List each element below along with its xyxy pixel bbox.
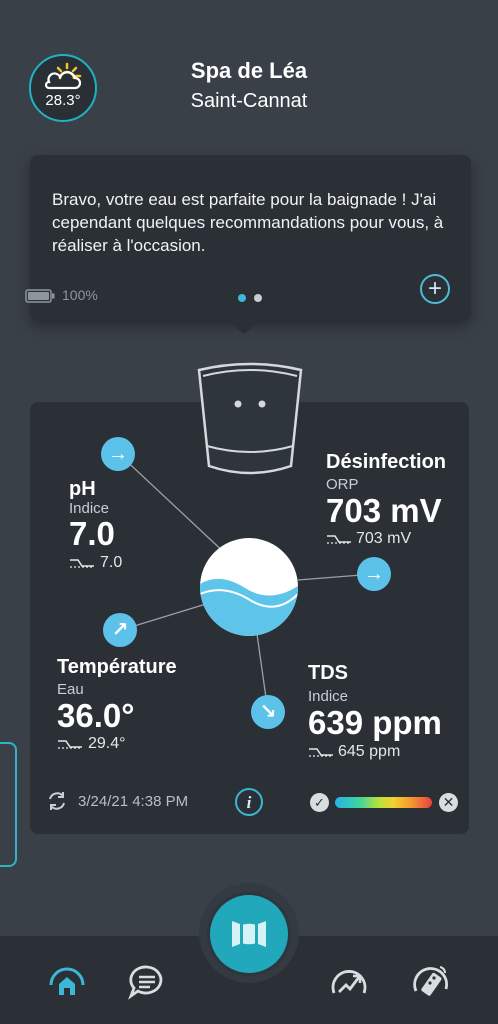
trend-icon [327,535,351,544]
tds-detail-button[interactable]: ↘ [251,695,285,729]
tds-title: TDS [308,662,348,684]
check-icon: ✓ [310,793,329,812]
ph-value: 7.0 [69,515,115,552]
disinfection-subtitle: ORP [326,476,359,493]
trend-icon [70,559,94,568]
temperature-trend-value: 29.4° [88,735,126,752]
disinfection-title: Désinfection [326,451,447,473]
last-sync-date: 3/24/21 4:38 PM [78,793,189,810]
ph-detail-button[interactable]: → [101,437,135,471]
temperature-subtitle: Eau [57,681,84,698]
cross-icon: ✕ [439,793,458,812]
tds-value: 639 ppm [308,704,442,741]
tds-subtitle: Indice [308,688,349,705]
arrow-right-icon: → [108,443,128,465]
home-icon[interactable] [46,963,88,1001]
spa-icon [232,921,266,947]
water-wave-icon [200,578,298,636]
arrow-down-right-icon: ↘ [259,701,277,723]
remote-icon[interactable] [410,961,452,1001]
trend-icon [58,740,82,749]
temperature-title: Température [57,656,177,678]
disinfection-detail-button[interactable]: → [357,557,391,591]
water-status-gauge[interactable] [200,538,298,636]
info-icon: i [246,793,252,812]
disinfection-trend-value: 703 mV [356,530,412,547]
ph-title: pH [69,478,96,500]
side-drawer-handle[interactable] [0,742,17,867]
disinfection-value: 703 mV [326,492,442,529]
quality-scale-bar [335,797,432,808]
tds-trend-value: 645 ppm [338,743,401,760]
spa-button[interactable] [210,895,288,973]
temperature-value: 36.0° [57,697,135,734]
ph-trend-value: 7.0 [100,554,123,571]
temperature-detail-button[interactable]: ↗ [103,613,137,647]
info-button[interactable]: i [235,788,263,816]
dashboard-icon[interactable] [328,963,370,1001]
chat-icon[interactable] [126,963,168,1001]
arrow-right-icon: → [364,563,384,585]
arrow-up-right-icon: ↗ [111,619,129,641]
trend-icon [309,748,333,757]
sync-icon[interactable] [46,790,68,812]
